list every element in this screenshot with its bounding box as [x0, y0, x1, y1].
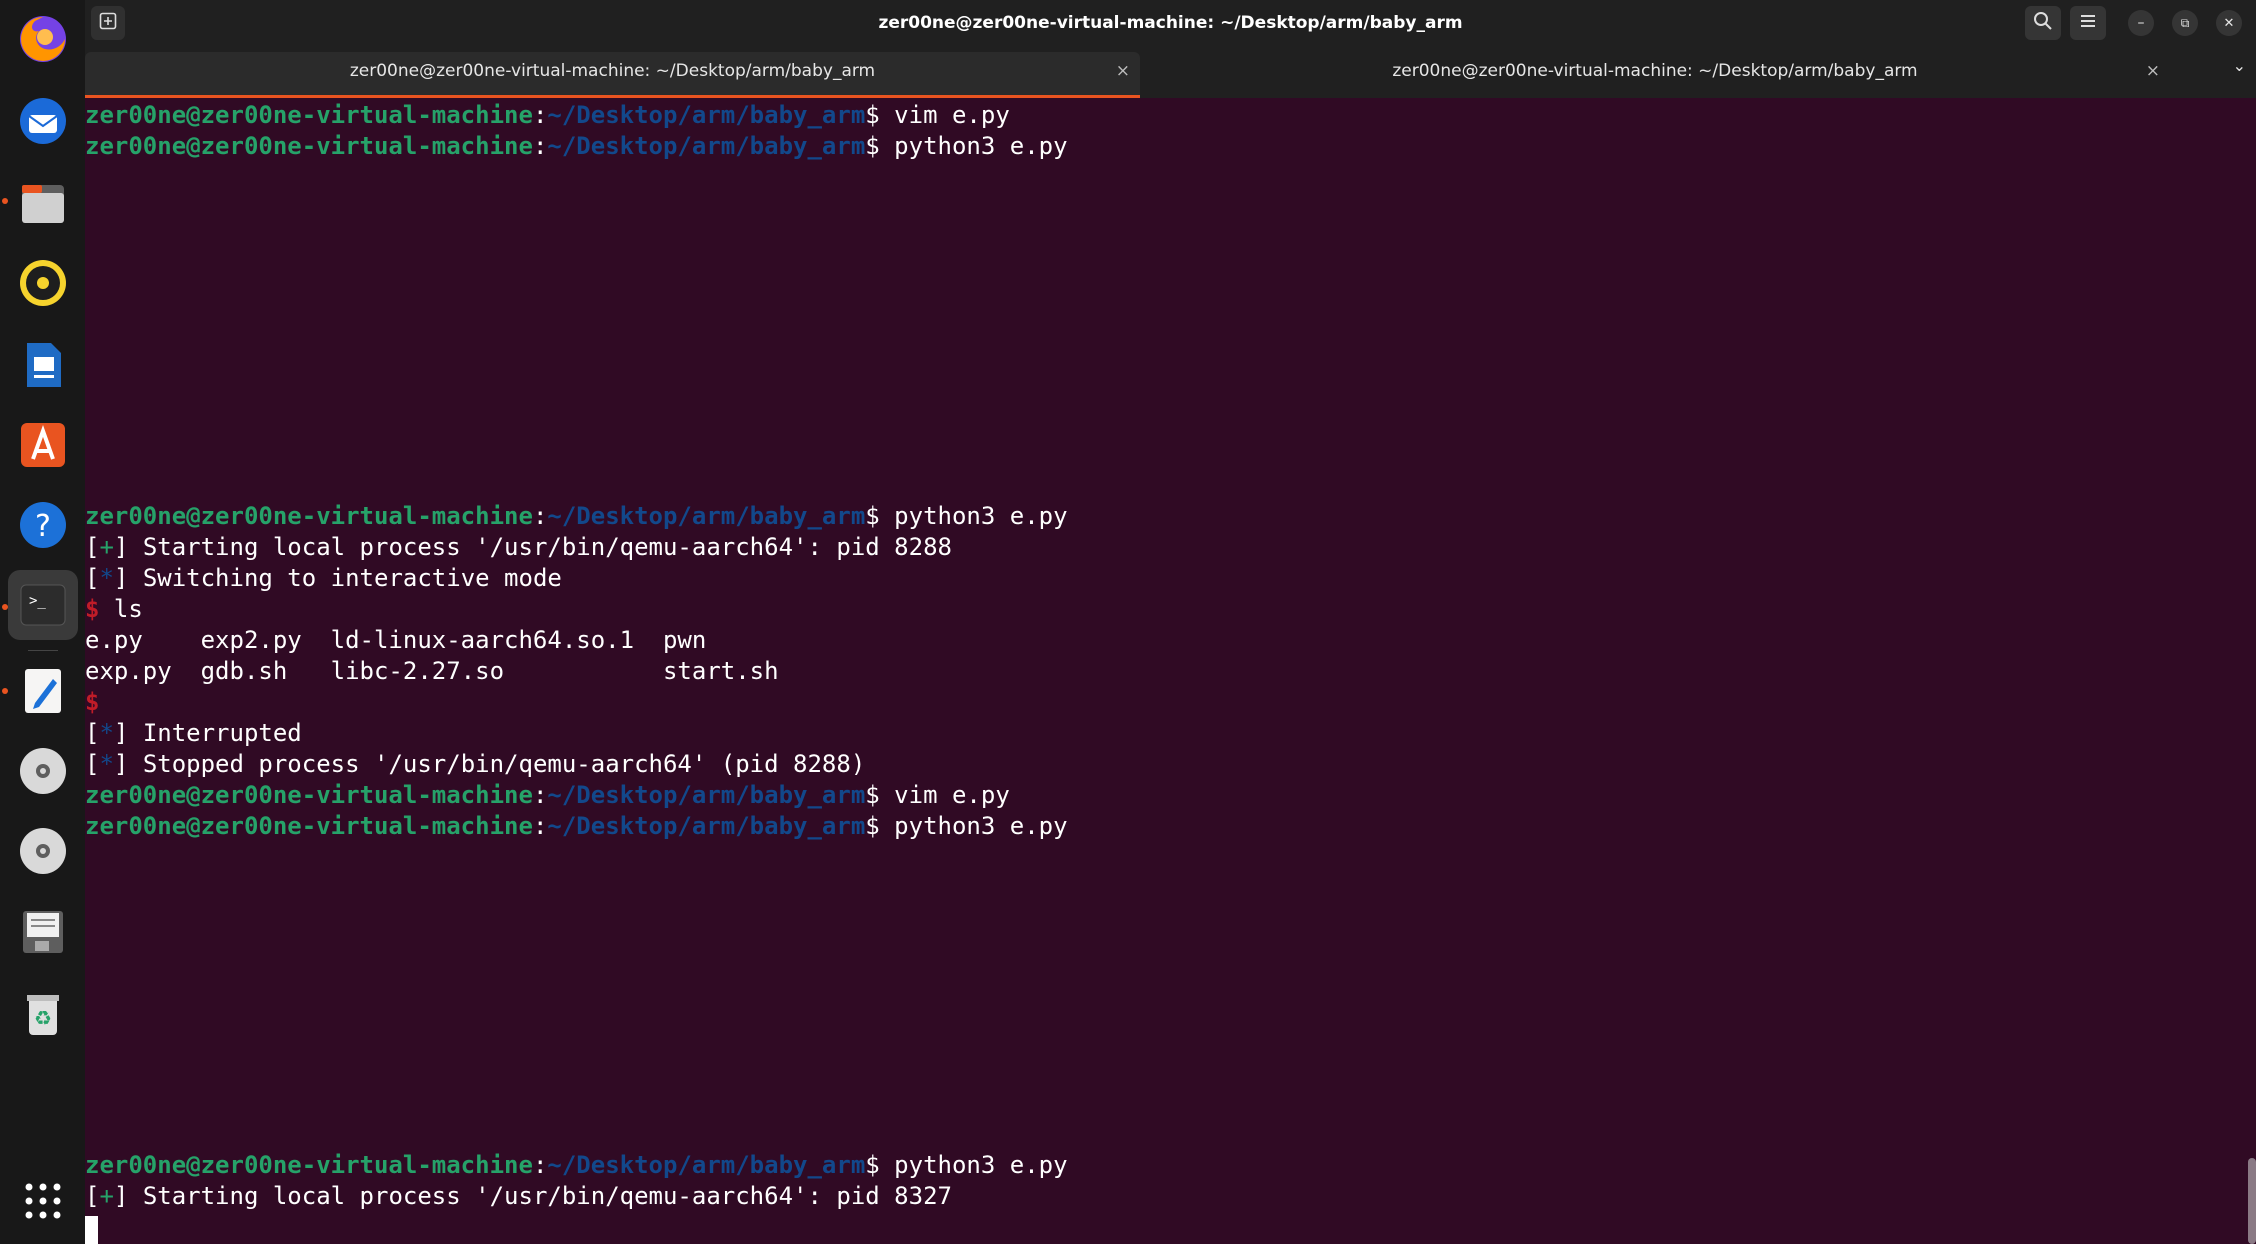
terminal-line: zer00ne@zer00ne-virtual-machine:~/Deskto… — [85, 502, 1068, 530]
search-button[interactable] — [2025, 6, 2061, 40]
terminal-line: [*] Interrupted — [85, 719, 302, 747]
maximize-button[interactable]: ⧉ — [2172, 10, 2198, 36]
text-editor-icon[interactable] — [8, 656, 78, 726]
terminal-icon[interactable]: >_ — [8, 570, 78, 640]
terminal-line: [+] Starting local process '/usr/bin/qem… — [85, 533, 952, 561]
dock: ? >_ ♻ — [0, 0, 85, 1244]
terminal-line: zer00ne@zer00ne-virtual-machine:~/Deskto… — [85, 132, 1068, 160]
window-title: zer00ne@zer00ne-virtual-machine: ~/Deskt… — [878, 13, 1463, 33]
libreoffice-writer-icon[interactable] — [8, 330, 78, 400]
tab-terminal-1[interactable]: zer00ne@zer00ne-virtual-machine: ~/Deskt… — [85, 52, 1140, 98]
terminal-output[interactable]: zer00ne@zer00ne-virtual-machine:~/Deskto… — [85, 98, 2256, 1244]
app-center-icon[interactable] — [8, 410, 78, 480]
close-button[interactable]: ✕ — [2216, 10, 2242, 36]
svg-text:?: ? — [35, 509, 51, 544]
thunderbird-icon[interactable] — [8, 86, 78, 156]
menu-button[interactable] — [2070, 6, 2106, 40]
text-cursor — [85, 1216, 98, 1244]
terminal-line: [+] Starting local process '/usr/bin/qem… — [85, 1182, 952, 1210]
show-apps-icon[interactable] — [8, 1166, 78, 1236]
disc-icon[interactable] — [8, 816, 78, 886]
tab-label: zer00ne@zer00ne-virtual-machine: ~/Deskt… — [349, 61, 876, 81]
files-icon[interactable] — [8, 168, 78, 238]
tab-label: zer00ne@zer00ne-virtual-machine: ~/Deskt… — [1392, 61, 1918, 81]
dock-separator — [28, 650, 58, 651]
terminal-line: zer00ne@zer00ne-virtual-machine:~/Deskto… — [85, 101, 1010, 129]
trash-icon[interactable]: ♻ — [8, 978, 78, 1048]
terminal-line: e.py exp2.py ld-linux-aarch64.so.1 pwn — [85, 626, 707, 654]
terminal-line: $ ls — [85, 595, 143, 623]
tab-list-dropdown[interactable]: ⌄ — [2233, 56, 2246, 75]
header-bar: zer00ne@zer00ne-virtual-machine: ~/Deskt… — [85, 0, 2256, 46]
document-icon[interactable] — [8, 896, 78, 966]
minimize-icon: – — [2137, 15, 2145, 31]
search-icon — [2033, 11, 2053, 35]
tab-terminal-2[interactable]: zer00ne@zer00ne-virtual-machine: ~/Deskt… — [1140, 52, 2170, 98]
terminal-line: $ — [85, 688, 100, 716]
terminal-line: zer00ne@zer00ne-virtual-machine:~/Deskto… — [85, 812, 1068, 840]
help-icon[interactable]: ? — [8, 490, 78, 560]
restore-icon: ⧉ — [2180, 15, 2190, 30]
terminal-line: exp.py gdb.sh libc-2.27.so start.sh — [85, 657, 779, 685]
tab-close-icon[interactable]: × — [1116, 52, 1130, 90]
scrollbar[interactable] — [2248, 1158, 2256, 1244]
hamburger-menu-icon — [2079, 13, 2097, 33]
close-icon: ✕ — [2223, 15, 2235, 31]
svg-text:>_: >_ — [29, 593, 46, 609]
tab-close-icon[interactable]: × — [2146, 52, 2160, 90]
firefox-icon[interactable] — [8, 4, 78, 74]
terminal-line: zer00ne@zer00ne-virtual-machine:~/Deskto… — [85, 781, 1010, 809]
terminal-line: zer00ne@zer00ne-virtual-machine:~/Deskto… — [85, 1151, 1068, 1179]
rhythmbox-icon[interactable] — [8, 248, 78, 318]
svg-text:♻: ♻ — [34, 1006, 52, 1030]
minimize-button[interactable]: – — [2128, 10, 2154, 36]
terminal-line: [*] Stopped process '/usr/bin/qemu-aarch… — [85, 750, 866, 778]
terminal-line: [*] Switching to interactive mode — [85, 564, 562, 592]
disc-icon[interactable] — [8, 736, 78, 806]
tab-bar: zer00ne@zer00ne-virtual-machine: ~/Deskt… — [85, 46, 2256, 98]
